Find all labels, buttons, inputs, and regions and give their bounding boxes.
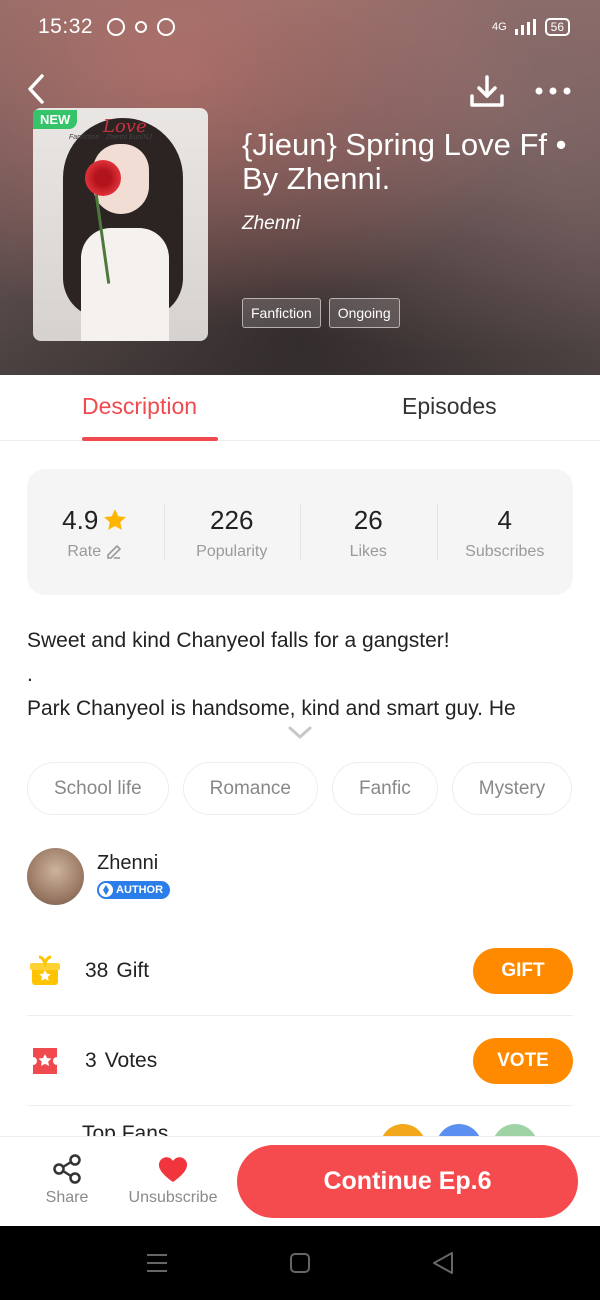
tab-bar: Description Episodes (0, 375, 600, 441)
genre-fanfic[interactable]: Fanfic (332, 762, 438, 815)
book-author[interactable]: Zhenni (242, 213, 300, 235)
network-indicator: 4G (491, 21, 507, 33)
likes-label: Likes (349, 543, 387, 560)
stat-rate[interactable]: 4.9 Rate (27, 503, 164, 561)
vote-row: 3 Votes VOTE (27, 1016, 573, 1106)
rate-value: 4.9 (62, 504, 99, 535)
popularity-value: 226 (210, 504, 254, 535)
tab-episodes[interactable]: Episodes (402, 393, 497, 420)
gift-icon (30, 955, 60, 985)
genre-school-life[interactable]: School life (27, 762, 169, 815)
home-icon[interactable] (285, 1250, 315, 1276)
continue-reading-button[interactable]: Continue Ep.6 (237, 1145, 578, 1218)
genre-romance[interactable]: Romance (182, 762, 318, 815)
author-badge-label: AUTHOR (116, 883, 164, 896)
vote-count: 3 (85, 1048, 97, 1072)
stat-subscribes: 4 Subscribes (436, 503, 574, 561)
back-icon[interactable] (22, 72, 52, 106)
tab-active-indicator (82, 437, 218, 441)
cover-subtext: Fanfiction · Zhenni Eun/NJ (69, 134, 152, 141)
book-tags: Fanfiction Ongoing (242, 298, 400, 328)
popularity-label: Popularity (196, 543, 268, 560)
author-row[interactable]: Zhenni AUTHOR (27, 848, 171, 905)
likes-value: 26 (353, 504, 383, 535)
unsubscribe-button[interactable]: Unsubscribe (124, 1153, 222, 1207)
genre-tags: School life Romance Fanfic Mystery (27, 762, 573, 815)
tag-ongoing: Ongoing (328, 298, 400, 328)
menu-icon[interactable] (142, 1250, 172, 1276)
subscribes-value: 4 (497, 504, 512, 535)
share-icon (53, 1154, 81, 1184)
fan-avatar (492, 1124, 538, 1136)
fan-avatar (380, 1124, 426, 1136)
book-description: Sweet and kind Chanyeol falls for a gang… (27, 624, 575, 726)
stats-panel: 4.9 Rate 226 Popularity 26 Likes 4 Subsc… (27, 469, 573, 595)
back-nav-icon[interactable] (428, 1250, 458, 1276)
gift-count: 38 (85, 958, 109, 982)
genre-mystery[interactable]: Mystery (451, 762, 573, 815)
top-fans-label[interactable]: Top Fans (82, 1122, 168, 1136)
avatar[interactable] (27, 848, 84, 905)
system-nav-bar (0, 1226, 600, 1300)
tab-description[interactable]: Description (82, 393, 197, 420)
book-header: 15:32 4G 56 Love Fanfiction · Zhenni Eun… (0, 0, 600, 375)
vote-button[interactable]: VOTE (473, 1037, 573, 1084)
whatsapp-icon (107, 18, 126, 36)
signal-icon (514, 19, 536, 35)
fan-avatar (436, 1124, 482, 1136)
star-icon (104, 509, 127, 530)
book-title: {Jieun} Spring Love Ff • By Zhenni. (242, 127, 567, 196)
author-badge-icon (99, 882, 113, 897)
gift-label: Gift (116, 958, 150, 982)
stat-likes: 26 Likes (300, 503, 437, 561)
battery-indicator: 56 (544, 18, 570, 36)
notification-icon (135, 21, 148, 33)
description-line: . (27, 663, 33, 686)
tag-fanfiction: Fanfiction (242, 298, 321, 328)
share-label: Share (45, 1189, 89, 1206)
gift-row: 38 Gift GIFT (27, 926, 573, 1016)
new-badge: NEW (33, 110, 78, 129)
gift-button[interactable]: GIFT (473, 947, 573, 994)
heart-icon (158, 1157, 188, 1182)
book-cover[interactable]: Love Fanfiction · Zhenni Eun/NJ (33, 108, 208, 341)
status-time: 15:32 (38, 15, 94, 38)
chevron-down-icon[interactable] (286, 724, 314, 742)
description-line: Sweet and kind Chanyeol falls for a gang… (27, 629, 450, 652)
download-icon[interactable] (468, 72, 506, 110)
author-section-name: Zhenni (97, 851, 159, 874)
share-button[interactable]: Share (40, 1153, 94, 1207)
rate-label: Rate (67, 543, 102, 560)
top-fans-avatars[interactable] (380, 1124, 540, 1136)
description-line: Park Chanyeol is handsome, kind and smar… (27, 697, 516, 720)
vote-ticket-icon (33, 1047, 57, 1074)
author-badge: AUTHOR (97, 880, 171, 899)
flower-graphic (85, 160, 121, 196)
subscribes-label: Subscribes (465, 543, 545, 560)
edit-pencil-icon (107, 544, 122, 559)
app-notification-icon (157, 18, 176, 36)
unsubscribe-label: Unsubscribe (128, 1189, 218, 1206)
vote-label: Votes (104, 1048, 158, 1072)
status-bar: 15:32 4G 56 (38, 12, 570, 42)
stat-popularity: 226 Popularity (163, 503, 301, 561)
more-options-icon[interactable] (532, 78, 574, 104)
